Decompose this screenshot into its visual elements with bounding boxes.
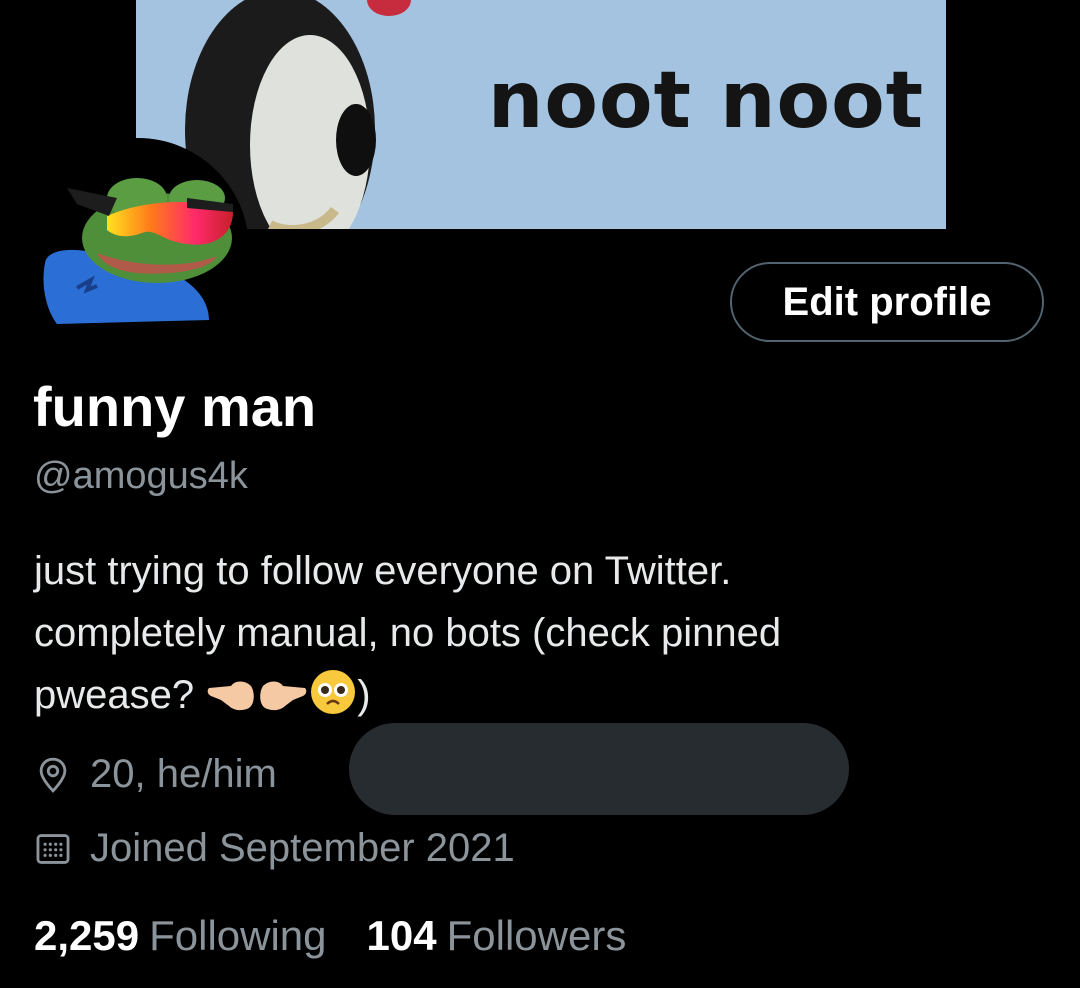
following-label: Following bbox=[149, 912, 327, 959]
bio-line-end: ) bbox=[357, 673, 371, 717]
joined-text: Joined September 2021 bbox=[90, 826, 515, 870]
following-link[interactable]: 2,259 Following bbox=[34, 912, 327, 960]
penguin-beak bbox=[367, 0, 411, 16]
following-count: 2,259 bbox=[34, 912, 140, 959]
profile-bio: just trying to follow everyone on Twitte… bbox=[34, 540, 1034, 726]
location-text: 20, he/him bbox=[90, 752, 277, 796]
profile-banner[interactable]: noot noot bbox=[136, 0, 946, 229]
bio-line: completely manual, no bots (check pinned bbox=[34, 611, 782, 655]
avatar[interactable] bbox=[27, 138, 249, 360]
followers-count: 104 bbox=[366, 912, 437, 959]
user-handle: @amogus4k bbox=[34, 455, 248, 497]
edit-profile-button[interactable]: Edit profile bbox=[730, 262, 1044, 342]
pleading-face-icon bbox=[311, 670, 356, 714]
bio-line: pwease? ) bbox=[34, 664, 1034, 726]
profile-joined: Joined September 2021 bbox=[34, 826, 515, 871]
bio-line-text: pwease? bbox=[34, 673, 195, 717]
followers-link[interactable]: 104 Followers bbox=[367, 912, 627, 960]
follow-stats: 2,259 Following 104 Followers bbox=[34, 912, 666, 960]
pointing-right-hand-icon bbox=[260, 681, 307, 711]
banner-caption: noot noot bbox=[487, 56, 924, 146]
pepe-sunglasses-avatar-icon bbox=[43, 178, 233, 324]
redacted-link bbox=[349, 723, 849, 815]
location-pin-icon bbox=[39, 757, 67, 793]
calendar-icon bbox=[36, 833, 70, 864]
bio-line: just trying to follow everyone on Twitte… bbox=[34, 549, 732, 593]
profile-location: 20, he/him bbox=[34, 752, 277, 797]
followers-label: Followers bbox=[446, 912, 627, 959]
display-name: funny man bbox=[33, 375, 317, 438]
pointing-left-hand-icon bbox=[207, 681, 255, 711]
